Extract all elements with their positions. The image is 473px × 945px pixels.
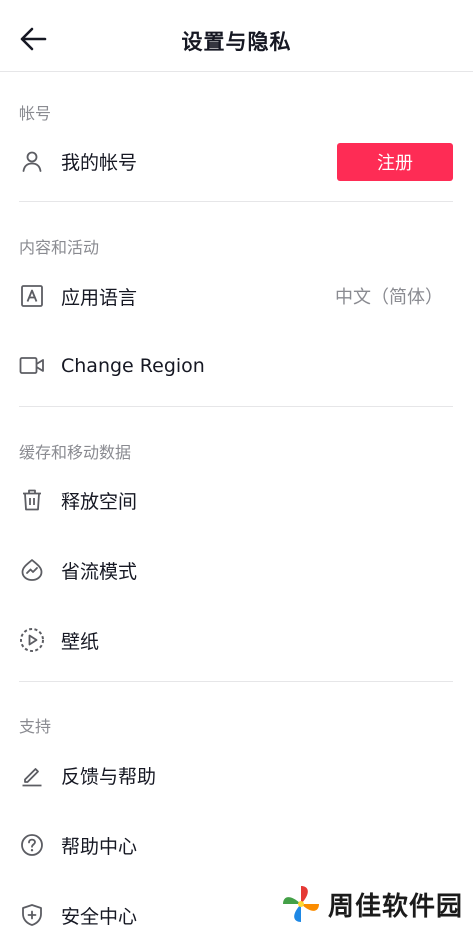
data-saver-label: 省流模式 <box>61 560 138 583</box>
change-region-row[interactable]: Change Region <box>0 336 473 396</box>
help-center-row[interactable]: 帮助中心 <box>0 815 473 875</box>
app-language-row[interactable]: 应用语言 中文（简体） <box>0 266 473 326</box>
free-space-label: 释放空间 <box>61 490 138 513</box>
wallpaper-row[interactable]: 壁纸 <box>0 610 473 670</box>
feedback-label: 反馈与帮助 <box>61 765 157 788</box>
watermark: 周佳软件园 <box>280 883 463 925</box>
change-region-label: Change Region <box>61 355 205 377</box>
app-language-label: 应用语言 <box>61 286 138 309</box>
divider <box>19 406 453 407</box>
free-space-row[interactable]: 释放空间 <box>0 470 473 530</box>
data-saver-row[interactable]: 省流模式 <box>0 540 473 600</box>
trash-icon <box>19 487 45 513</box>
section-title-content: 内容和活动 <box>19 238 100 257</box>
app-language-value: 中文（简体） <box>335 287 443 308</box>
wallpaper-label: 壁纸 <box>61 630 100 653</box>
person-icon <box>19 148 45 174</box>
section-title-support: 支持 <box>19 717 52 736</box>
my-account-label: 我的帐号 <box>61 151 138 174</box>
question-circle-icon <box>19 832 45 858</box>
divider <box>19 681 453 682</box>
divider <box>19 201 453 202</box>
pencil-icon <box>19 762 45 788</box>
watermark-text: 周佳软件园 <box>328 891 464 922</box>
top-bar: 设置与隐私 <box>0 0 473 72</box>
help-center-label: 帮助中心 <box>61 835 138 858</box>
shield-plus-icon <box>19 902 45 928</box>
video-camera-icon <box>19 353 45 379</box>
register-button[interactable]: 注册 <box>337 143 453 181</box>
safety-center-label: 安全中心 <box>61 905 138 928</box>
feedback-row[interactable]: 反馈与帮助 <box>0 745 473 805</box>
data-saver-icon <box>19 557 45 583</box>
play-circle-icon <box>19 627 45 653</box>
language-icon <box>19 283 45 309</box>
pinwheel-logo-icon <box>280 883 322 925</box>
section-title-account: 帐号 <box>19 104 52 123</box>
section-title-cache: 缓存和移动数据 <box>19 443 132 462</box>
page-title: 设置与隐私 <box>181 30 292 54</box>
